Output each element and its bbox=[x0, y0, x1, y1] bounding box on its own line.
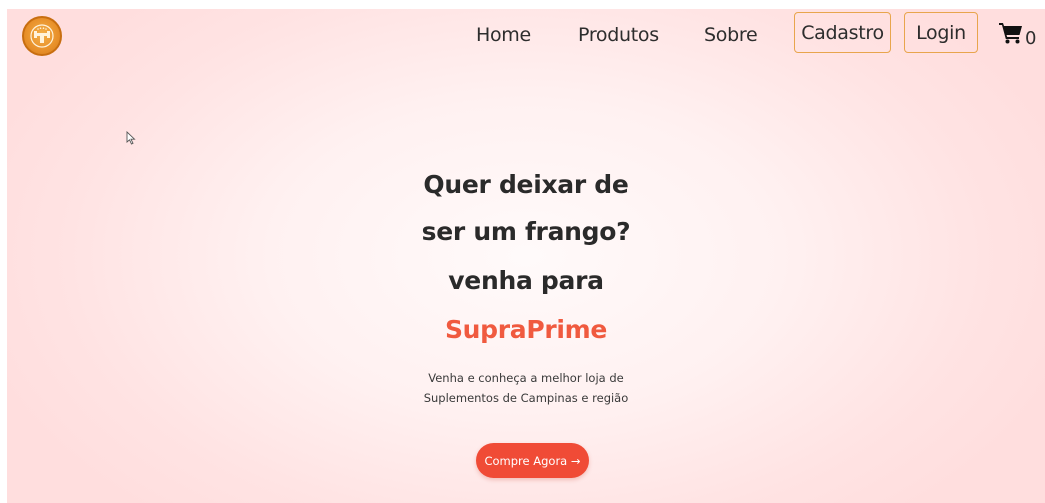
hero-line-3: venha para bbox=[448, 266, 604, 295]
nav-link-produtos[interactable]: Produtos bbox=[578, 24, 659, 46]
gym-logo-icon[interactable] bbox=[22, 16, 62, 56]
mouse-pointer-icon bbox=[126, 130, 136, 150]
compre-agora-button[interactable]: Compre Agora → bbox=[476, 443, 589, 478]
shopping-cart-icon bbox=[999, 22, 1023, 49]
hero-brand-name: SupraPrime bbox=[444, 315, 608, 344]
login-button[interactable]: Login bbox=[904, 12, 978, 53]
navbar: Home Produtos Sobre Cadastro Login 0 bbox=[7, 9, 1045, 61]
page-viewport: Home Produtos Sobre Cadastro Login 0 Que… bbox=[7, 9, 1045, 503]
nav-link-sobre[interactable]: Sobre bbox=[704, 24, 758, 46]
cadastro-button[interactable]: Cadastro bbox=[794, 12, 891, 53]
hero-line-2: ser um frango? bbox=[421, 217, 631, 246]
hero-subtitle-line-1: Venha e conheça a melhor loja de bbox=[428, 371, 624, 385]
top-strip bbox=[0, 0, 1045, 9]
hero-line-1: Quer deixar de bbox=[423, 170, 629, 199]
nav-link-home[interactable]: Home bbox=[476, 24, 531, 46]
cart-button[interactable]: 0 bbox=[999, 22, 1036, 49]
hero-subtitle-line-2: Suplementos de Campinas e região bbox=[423, 391, 629, 405]
cart-count: 0 bbox=[1025, 28, 1037, 49]
